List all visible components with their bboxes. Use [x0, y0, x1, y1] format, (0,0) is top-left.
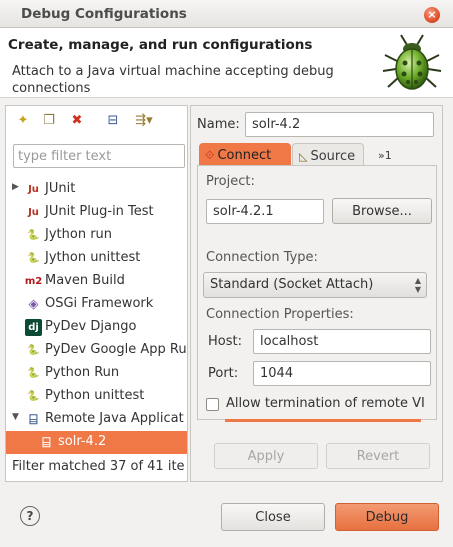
- jython-icon: 🐍: [27, 230, 40, 241]
- list-toolbar: ✦ ❐ ✖ ⊟ ⇶▾: [6, 106, 187, 134]
- tree-item-remote-java-application[interactable]: ▼ ⌸ Remote Java Applicat: [6, 408, 187, 431]
- host-label: Host:: [208, 334, 242, 349]
- name-input[interactable]: [245, 112, 434, 137]
- tree-item-label: Remote Java Applicat: [45, 411, 184, 426]
- tree-item-jython-unittest[interactable]: 🐍 Jython unittest: [6, 247, 187, 270]
- filter-menu-icon[interactable]: ⇶▾: [130, 111, 158, 129]
- configuration-editor-panel: Name: ⟐ Connect ◺ Source »1 Project: Bro…: [190, 105, 443, 482]
- connect-icon: ⟐: [205, 148, 215, 162]
- tree-item-label: Python Run: [45, 365, 120, 380]
- tree-item-junit-plugin-test[interactable]: Ju JUnit Plug-in Test: [6, 201, 187, 224]
- python-unittest-icon: 🐍: [27, 391, 40, 402]
- config-tabs: ⟐ Connect ◺ Source »1: [197, 143, 437, 165]
- port-input[interactable]: [253, 361, 431, 386]
- filter-status-text: Filter matched 37 of 41 ite: [12, 459, 185, 474]
- tree-item-python-run[interactable]: 🐍 Python Run: [6, 362, 187, 385]
- new-configuration-icon[interactable]: ✦: [14, 111, 32, 129]
- delete-icon[interactable]: ✖: [68, 111, 86, 129]
- tree-item-maven-build[interactable]: m2 Maven Build: [6, 270, 187, 293]
- more-tabs-icon[interactable]: »1: [372, 143, 402, 165]
- project-group: Project: Browse...: [206, 174, 436, 230]
- allow-termination-label: Allow termination of remote VI: [226, 396, 425, 411]
- tree-item-label: solr-4.2: [58, 434, 107, 449]
- duplicate-icon[interactable]: ❐: [40, 111, 58, 129]
- window-title: Debug Configurations: [21, 6, 187, 22]
- configuration-list-panel: ✦ ❐ ✖ ⊟ ⇶▾ ▶ Ju JUnit Ju JUnit Plug-in T…: [5, 105, 188, 482]
- window-close-icon[interactable]: ×: [424, 7, 440, 23]
- tab-connect[interactable]: ⟐ Connect: [199, 143, 291, 165]
- select-caret-icon: ▲ ▼: [414, 276, 421, 294]
- tab-source[interactable]: ◺ Source: [292, 143, 364, 165]
- revert-button[interactable]: Revert: [326, 443, 430, 469]
- tree-item-python-unittest[interactable]: 🐍 Python unittest: [6, 385, 187, 408]
- tree-item-label: Python unittest: [45, 388, 145, 403]
- filter-input[interactable]: [13, 144, 185, 168]
- tree-item-label: PyDev Django: [45, 319, 137, 334]
- header-description: Attach to a Java virtual machine accepti…: [12, 64, 334, 96]
- connection-type-title: Connection Type:: [206, 250, 318, 265]
- collapse-arrow-icon[interactable]: ▼: [12, 412, 19, 422]
- tree-item-pydev-google-app[interactable]: 🐍 PyDev Google App Ru: [6, 339, 187, 362]
- host-input[interactable]: [253, 329, 431, 354]
- bug-icon: [382, 34, 442, 90]
- connect-tab-body: Project: Browse... Connection Type: Stan…: [197, 165, 437, 420]
- expand-arrow-icon[interactable]: ▶: [12, 182, 19, 192]
- tree-item-label: OSGi Framework: [45, 296, 154, 311]
- title-bar: Debug Configurations ×: [0, 0, 453, 28]
- source-icon: ◺: [299, 149, 308, 163]
- connection-properties-title: Connection Properties:: [206, 307, 354, 322]
- close-button[interactable]: Close: [221, 503, 325, 531]
- port-label: Port:: [208, 366, 239, 381]
- tab-label: Source: [310, 148, 356, 164]
- dialog-header: Create, manage, and run configurations A…: [0, 28, 453, 98]
- project-group-title: Project:: [206, 174, 255, 189]
- tab-label: Connect: [217, 148, 272, 163]
- tree-item-solr-4-2[interactable]: ⌸ solr-4.2: [6, 431, 187, 454]
- tree-item-label: JUnit: [45, 181, 76, 196]
- connection-type-select[interactable]: Standard (Socket Attach) ▲ ▼: [203, 272, 427, 298]
- junit-plugin-icon: Ju: [28, 207, 39, 218]
- apply-button[interactable]: Apply: [214, 443, 318, 469]
- tree-item-label: PyDev Google App Ru: [45, 342, 187, 357]
- tree-item-label: Jython run: [45, 227, 113, 242]
- collapse-all-icon[interactable]: ⊟: [104, 111, 122, 129]
- jython-unittest-icon: 🐍: [27, 253, 40, 264]
- remote-config-icon: ⌸: [42, 434, 51, 451]
- connection-type-value: Standard (Socket Attach): [210, 277, 374, 292]
- tab-scroll-indicator: [225, 419, 421, 422]
- django-icon: dj: [25, 319, 42, 336]
- junit-icon: Ju: [28, 184, 39, 195]
- tree-item-label: Maven Build: [45, 273, 125, 288]
- browse-button[interactable]: Browse...: [332, 198, 432, 224]
- project-input[interactable]: [206, 199, 324, 224]
- tree-item-junit[interactable]: ▶ Ju JUnit: [6, 178, 187, 201]
- google-app-icon: 🐍: [27, 345, 40, 356]
- osgi-icon: ◈: [28, 297, 39, 312]
- debug-button[interactable]: Debug: [335, 503, 439, 531]
- tree-item-label: Jython unittest: [45, 250, 141, 265]
- name-label: Name:: [197, 117, 240, 132]
- configuration-tree: ▶ Ju JUnit Ju JUnit Plug-in Test 🐍 Jytho…: [6, 178, 187, 454]
- tree-item-jython-run[interactable]: 🐍 Jython run: [6, 224, 187, 247]
- remote-java-icon: ⌸: [29, 411, 38, 428]
- tree-item-label: JUnit Plug-in Test: [45, 204, 154, 219]
- maven-icon: m2: [24, 276, 43, 287]
- help-icon[interactable]: ?: [20, 506, 40, 526]
- python-run-icon: 🐍: [27, 368, 40, 379]
- header-title: Create, manage, and run configurations: [8, 37, 313, 53]
- tree-item-osgi-framework[interactable]: ◈ OSGi Framework: [6, 293, 187, 316]
- allow-termination-checkbox[interactable]: [206, 398, 219, 411]
- tree-item-pydev-django[interactable]: dj PyDev Django: [6, 316, 187, 339]
